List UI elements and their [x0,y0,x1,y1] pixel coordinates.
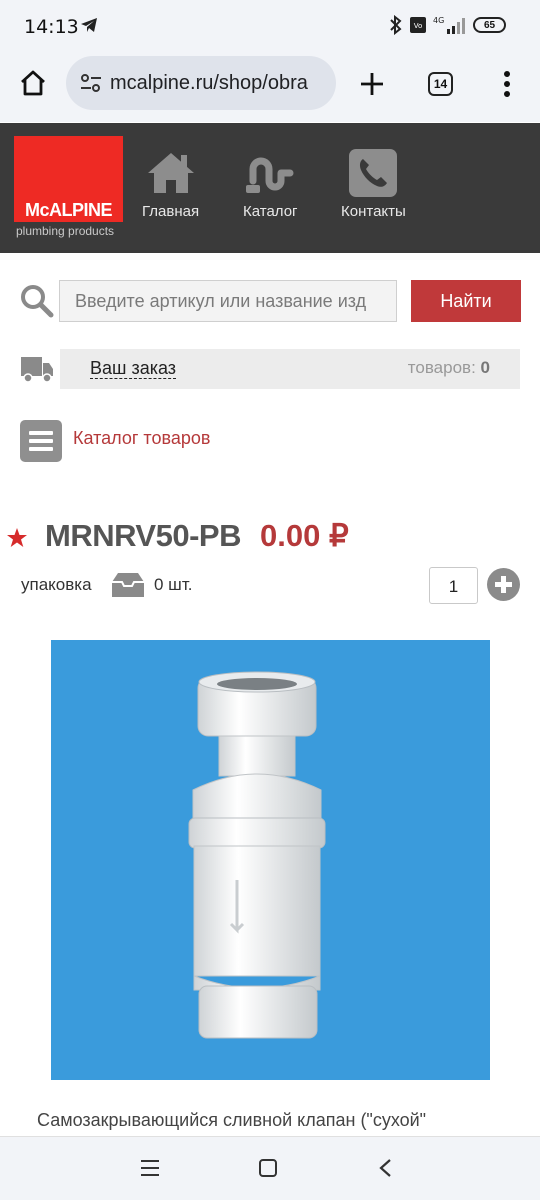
home-button-icon[interactable] [258,1158,278,1178]
search-button[interactable]: Найти [411,280,521,322]
order-link[interactable]: Ваш заказ [90,358,177,379]
siphon-icon [246,157,294,193]
svg-text:4G: 4G [433,16,444,25]
product-price: 0.00 ₽ [260,518,349,553]
pack-label: упаковка [21,575,92,594]
order-count-value: 0 [480,358,490,377]
system-navigation-bar [0,1136,540,1200]
logo-subtitle: plumbing products [16,224,115,238]
nav-catalog-label: Каталог [243,203,298,220]
logo-text: McALPINE [24,200,113,220]
search-input[interactable]: Введите артикул или название изд [59,280,397,322]
nav-contacts-label: Контакты [341,203,406,220]
truck-icon [21,357,53,383]
signal-icon: 4G [433,16,465,34]
favorite-star-icon[interactable] [6,527,28,549]
add-to-cart-button[interactable] [487,568,520,601]
svg-text:Vo: Vo [414,22,423,30]
site-settings-icon[interactable] [80,73,102,93]
recent-apps-icon[interactable] [140,1159,160,1177]
order-count: товаров: 0 [407,358,490,377]
browser-toolbar: mcalpine.ru/shop/obra 14 [0,52,540,122]
search-icon [21,285,54,318]
nav-home[interactable]: Главная [142,147,199,220]
telegram-icon [81,18,97,32]
status-time: 14:13 [24,16,79,38]
quantity-input[interactable]: 1 [429,567,478,604]
product-sku: MRNRV50-PB [45,518,241,553]
package-icon [112,573,144,597]
nav-home-label: Главная [142,203,200,220]
nav-catalog[interactable]: Каталог [243,147,298,220]
catalog-menu-icon[interactable] [20,420,62,462]
volte-icon: Vo [410,17,426,33]
mcalpine-logo[interactable]: McALPINE [14,136,123,222]
battery-indicator: 65 [473,17,506,33]
tab-switcher-button[interactable]: 14 [428,72,453,96]
pack-quantity: 0 шт. [154,575,193,594]
catalog-link[interactable]: Каталог товаров [73,428,210,449]
home-icon [147,153,194,193]
nav-contacts[interactable]: Контакты [341,147,406,220]
product-description: Самозакрывающийся сливной клапан ("сухой… [37,1110,427,1130]
home-icon[interactable] [19,69,47,97]
site-header: McALPINE plumbing products Главная Катал… [0,123,540,253]
address-bar[interactable]: mcalpine.ru/shop/obra [66,56,336,110]
bluetooth-icon [390,15,402,35]
more-menu-icon[interactable] [503,70,511,98]
back-icon[interactable] [377,1158,393,1178]
phone-icon [349,149,398,197]
order-summary: Ваш заказ товаров: 0 [60,349,520,389]
valve-illustration [188,671,326,1039]
status-bar: 14:13 Vo 4G 65 [0,0,540,52]
url-text: mcalpine.ru/shop/obra [110,72,308,94]
product-image [51,640,490,1080]
new-tab-icon[interactable] [359,71,385,97]
